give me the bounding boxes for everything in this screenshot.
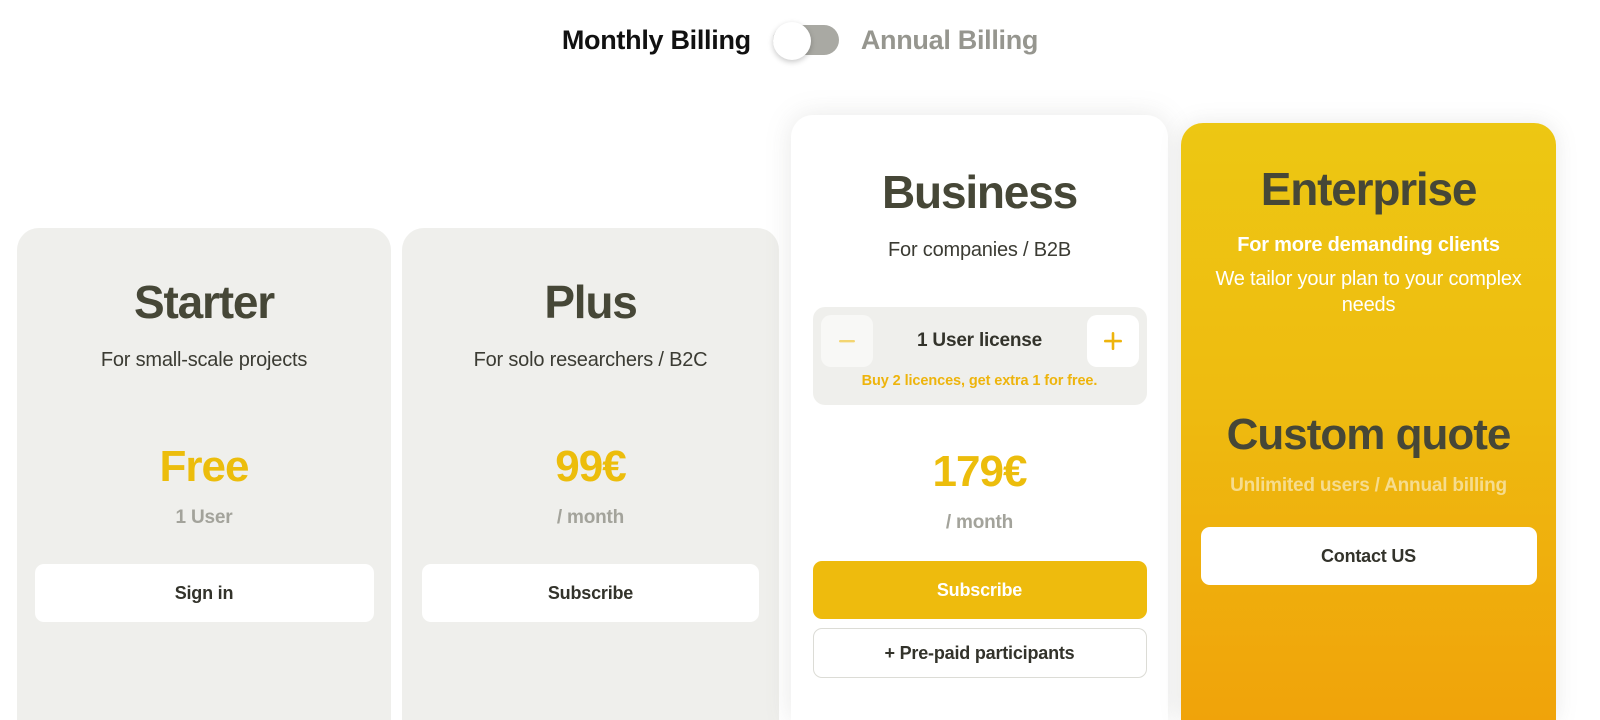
plan-price-note-enterprise: Unlimited users / Annual billing xyxy=(1230,475,1507,496)
plan-title-business: Business xyxy=(882,166,1078,218)
toggle-knob[interactable] xyxy=(772,22,811,60)
license-quantity-stepper: 1 User license Buy 2 licences, get extra… xyxy=(812,307,1147,405)
increment-license-button[interactable] xyxy=(1086,315,1139,367)
monthly-billing-label[interactable]: Monthly Billing xyxy=(562,25,751,56)
plan-title-starter: Starter xyxy=(134,276,275,328)
plan-subtitle-plus: For solo researchers / B2C xyxy=(473,349,708,371)
plan-card-plus: Plus For solo researchers / B2C 99€ / mo… xyxy=(402,228,779,720)
contact-us-button[interactable]: Contact US xyxy=(1200,527,1537,585)
plan-price-note-business: / month xyxy=(945,512,1014,533)
subscribe-button-plus[interactable]: Subscribe xyxy=(422,564,759,622)
plan-price-business: 179€ xyxy=(932,447,1028,496)
billing-toggle-row: Monthly Billing Annual Billing xyxy=(0,0,1600,80)
plan-title-enterprise: Enterprise xyxy=(1260,163,1478,215)
plan-price-plus: 99€ xyxy=(555,442,626,491)
pre-paid-participants-button[interactable]: + Pre-paid participants xyxy=(812,628,1147,678)
subscribe-button-business[interactable]: Subscribe xyxy=(812,561,1147,619)
plan-title-plus: Plus xyxy=(544,276,638,328)
annual-billing-label[interactable]: Annual Billing xyxy=(861,25,1039,56)
plan-price-note-plus: / month xyxy=(556,507,625,528)
sign-in-button[interactable]: Sign in xyxy=(34,564,374,622)
plan-subtitle-business: For companies / B2B xyxy=(888,239,1071,261)
plan-price-starter: Free xyxy=(159,442,250,491)
billing-period-toggle[interactable] xyxy=(772,22,839,60)
plan-price-enterprise: Custom quote xyxy=(1226,410,1512,459)
decrement-license-button[interactable] xyxy=(820,315,873,367)
plan-subtitle-strong-enterprise: For more demanding clients xyxy=(1237,234,1500,256)
plan-card-business: Business For companies / B2B 1 User lice… xyxy=(791,115,1168,720)
stepper-row: 1 User license xyxy=(820,315,1139,367)
plan-subtitle-enterprise: We tailor your plan to your complex need… xyxy=(1215,268,1522,316)
plus-icon xyxy=(1101,329,1125,353)
plan-subtitle-starter: For small-scale projects xyxy=(100,349,308,371)
plan-card-starter: Starter For small-scale projects Free 1 … xyxy=(17,228,391,720)
license-quantity-value: 1 User license xyxy=(916,330,1042,351)
plan-card-enterprise: Enterprise For more demanding clients We… xyxy=(1181,123,1556,720)
license-promo-text: Buy 2 licences, get extra 1 for free. xyxy=(861,373,1098,389)
minus-icon xyxy=(836,330,858,352)
plan-price-note-starter: 1 User xyxy=(175,507,233,528)
